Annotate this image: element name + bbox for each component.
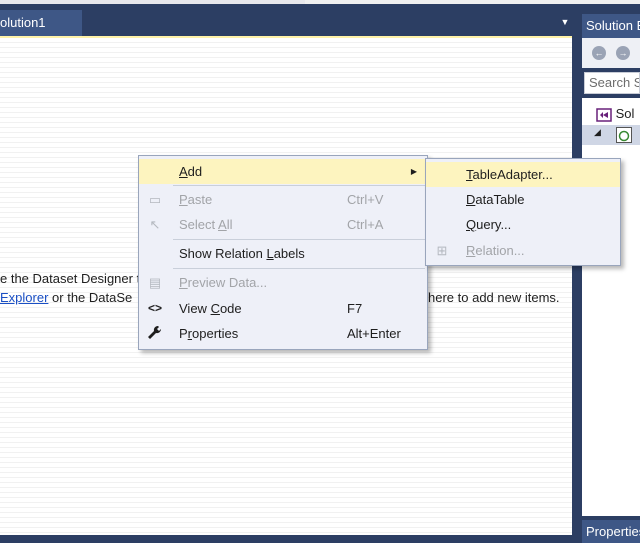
properties-panel-title[interactable]: Properties [582,520,640,543]
menu-item-show-relation-labels-label: Show Relation Labels [179,246,305,261]
forward-icon[interactable]: → [616,46,630,60]
tree-item-solution-label: Sol [615,106,635,121]
context-menu: Add ▶ ▭ Paste Ctrl+V ↖ Select All Ctrl+A… [138,155,428,350]
document-tab[interactable]: olution1 [0,10,82,36]
menu-item-properties[interactable]: Properties Alt+Enter [139,321,427,346]
select-all-icon: ↖ [149,217,161,232]
add-submenu: TableAdapter... DataTable Query... ⊞ Rel… [425,158,621,266]
designer-hint-line1: e the Dataset Designer t [0,271,140,286]
hint-text-1: e the Dataset Designer t [0,271,141,286]
submenu-item-data-table-label: DataTable [466,192,525,207]
project-icon [616,127,632,143]
menu-item-preview-data-label: Preview Data... [179,275,268,290]
menu-separator [173,185,425,186]
solution-explorer-title[interactable]: Solution E [582,14,640,38]
menu-item-select-all-shortcut: Ctrl+A [347,217,384,232]
paste-icon: ▭ [148,192,162,207]
solution-icon [596,107,612,122]
submenu-arrow-icon: ▶ [410,167,417,176]
server-explorer-link[interactable]: Explorer [0,290,48,305]
solution-explorer-search[interactable]: Search S [584,72,640,94]
menu-item-add-label: Add [179,164,203,179]
submenu-item-table-adapter-label: TableAdapter... [466,167,553,182]
menu-item-properties-label: Properties [179,326,239,341]
menu-item-paste-shortcut: Ctrl+V [347,192,384,207]
solution-explorer-toolbar: ← → [582,38,640,68]
expander-icon[interactable]: ◢ [594,127,601,138]
menu-item-select-all[interactable]: ↖ Select All Ctrl+A [139,212,427,237]
menu-separator [173,268,425,269]
designer-bottom-border [0,535,578,543]
hint-text-2: or the DataSe [48,290,133,305]
menu-item-paste-label: Paste [179,192,213,207]
designer-hint-line2-right: here to add new items. [428,290,560,305]
designer-hint-line2: Explorer or the DataSe [0,290,132,305]
submenu-item-table-adapter[interactable]: TableAdapter... [426,162,620,187]
preview-data-icon: ▤ [148,275,162,290]
submenu-item-query-label: Query... [466,217,512,232]
menu-item-show-relation-labels[interactable]: Show Relation Labels [139,241,427,266]
menu-item-view-code[interactable]: <> View Code F7 [139,296,427,321]
menu-separator [173,239,425,240]
document-tab-bar [0,4,578,36]
menu-item-select-all-label: Select All [179,217,233,232]
submenu-item-query[interactable]: Query... [426,212,620,237]
document-tab-title: olution1 [0,15,46,30]
menu-item-properties-shortcut: Alt+Enter [347,326,401,341]
menu-item-add[interactable]: Add ▶ [139,159,427,184]
submenu-item-relation[interactable]: ⊞ Relation... [426,238,620,263]
menu-item-view-code-label: View Code [179,301,242,316]
menu-item-paste[interactable]: ▭ Paste Ctrl+V [139,187,427,212]
submenu-item-data-table[interactable]: DataTable [426,187,620,212]
submenu-item-relation-label: Relation... [466,243,525,258]
back-icon[interactable]: ← [592,46,606,60]
menu-item-view-code-shortcut: F7 [347,301,363,316]
wrench-icon [143,321,167,346]
tab-dropdown-icon[interactable]: ▼ [558,14,572,30]
tree-item-solution[interactable]: Sol [594,104,640,124]
relation-icon: ⊞ [436,243,448,258]
menu-item-preview-data[interactable]: ▤ Preview Data... [139,270,427,295]
view-code-icon: <> [147,301,162,315]
tree-item-project[interactable]: ◢ [582,125,640,145]
